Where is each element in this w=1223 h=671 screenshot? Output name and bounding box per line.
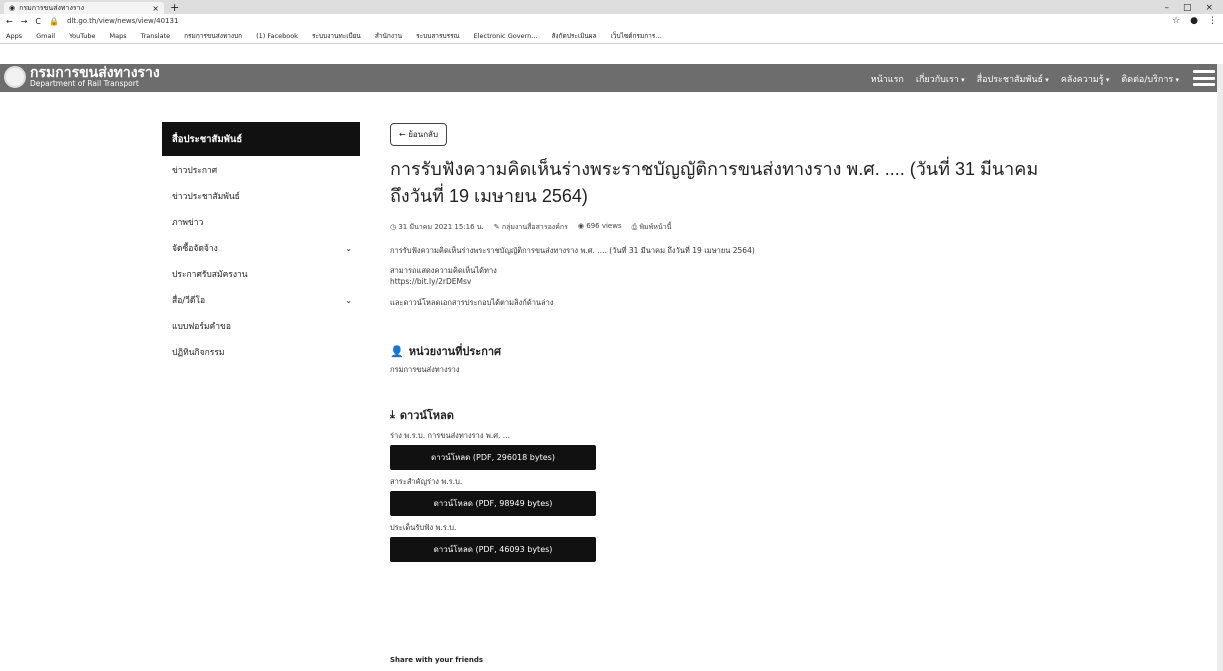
- download-icon: ⤓: [390, 408, 395, 421]
- back-button[interactable]: ← ย้อนกลับ: [390, 123, 448, 146]
- sidebar-item[interactable]: จัดซื้อจัดจ้าง ⌄: [162, 236, 360, 260]
- sidebar-item[interactable]: ปฏิทินกิจกรรม: [162, 340, 360, 364]
- sidebar-item[interactable]: ภาพข่าว: [162, 210, 360, 234]
- back-icon[interactable]: ←: [6, 17, 13, 26]
- emblem-icon: [4, 66, 26, 88]
- profile-icon[interactable]: ●: [1190, 16, 1198, 26]
- sidebar-item[interactable]: สื่อ/วีดีโอ ⌄: [162, 288, 360, 312]
- file-label: ร่าง พ.ร.บ. การขนส่งทางราง พ.ศ. ...: [390, 431, 510, 440]
- new-tab-icon[interactable]: +: [170, 1, 179, 14]
- site-logo[interactable]: กรมการขนส่งทางราง Department of Rail Tra…: [4, 64, 160, 88]
- sidebar-item[interactable]: ข่าวประชาสัมพันธ์: [162, 184, 360, 208]
- bookmark-item[interactable]: เว็บไซต์กรมการ...: [611, 31, 662, 41]
- bookmark-item[interactable]: Translate: [141, 32, 171, 40]
- address-bar: ← → C 🔒 dlt.go.th/view/news/view/40131 ☆…: [0, 14, 1223, 28]
- bookmark-item[interactable]: สังกัดประเมินผล: [551, 31, 596, 41]
- lock-icon: 🔒: [49, 16, 59, 26]
- user-icon: 👤: [390, 344, 404, 358]
- bookmark-item[interactable]: สำนักงาน: [375, 31, 402, 41]
- nav-item[interactable]: หน้าแรก: [871, 72, 904, 86]
- nav-item[interactable]: คลังความรู้: [1061, 72, 1110, 86]
- download-button[interactable]: ดาวน์โหลด (PDF, 296018 bytes): [390, 445, 596, 470]
- url-field[interactable]: dlt.go.th/view/news/view/40131: [67, 17, 178, 25]
- bookmark-item[interactable]: Maps: [110, 32, 127, 40]
- agency-name: กรมการขนส่งทางราง: [390, 365, 460, 374]
- post-author: ✎ กลุ่มงานสื่อสารองค์กร: [493, 223, 568, 231]
- sidebar-item-label: ประกาศรับสมัครงาน: [172, 270, 248, 280]
- sidebar-item-label: ภาพข่าว: [172, 218, 204, 228]
- bookmarks-bar: Apps Gmail YouTube Maps Translate กรมการขนส่ง…: [0, 28, 1223, 44]
- maximize-icon[interactable]: □: [1183, 3, 1192, 13]
- sidebar-item[interactable]: แบบฟอร์มคำขอ: [162, 314, 360, 338]
- summary-text: การรับฟังความคิดเห็นร่างพระราชบัญญัติการ…: [390, 246, 755, 255]
- nav-item[interactable]: เกี่ยวกับเรา: [916, 72, 965, 86]
- nav-item[interactable]: ติดต่อ/บริการ: [1121, 72, 1179, 86]
- share-heading: Share with your friends: [390, 656, 484, 664]
- minimize-icon[interactable]: –: [1164, 3, 1169, 13]
- bookmark-item[interactable]: กรมการขนส่งทางบก: [184, 31, 242, 41]
- sidebar-item-label: จัดซื้อจัดจ้าง: [172, 244, 218, 254]
- sidebar-item-label: ข่าวประชาสัมพันธ์: [172, 192, 240, 202]
- bookmark-item[interactable]: ระบบงานทะเบียน: [312, 31, 361, 41]
- sidebar-heading: สื่อประชาสัมพันธ์: [162, 122, 360, 156]
- sidebar-item[interactable]: ประกาศรับสมัครงาน: [162, 262, 360, 286]
- bookmark-item[interactable]: (1) Facebook: [256, 32, 298, 40]
- sidebar-item-label: แบบฟอร์มคำขอ: [172, 322, 231, 332]
- top-navigation: หน้าแรก เกี่ยวกับเรา สื่อประชาสัมพันธ์ คลัง…: [871, 72, 1179, 86]
- comment-block: สามารถแสดงความคิดเห็นได้ทาง https://bit.…: [390, 265, 1150, 287]
- nav-item[interactable]: สื่อประชาสัมพันธ์: [977, 72, 1049, 86]
- sidebar-item[interactable]: ข่าวประกาศ: [162, 158, 360, 182]
- download-button[interactable]: ดาวน์โหลด (PDF, 98949 bytes): [390, 491, 596, 516]
- logo-title-th: กรมการขนส่งทางราง: [30, 64, 160, 80]
- post-date: ◷ 31 มีนาคม 2021 15:16 น.: [390, 223, 484, 231]
- reload-icon[interactable]: C: [35, 17, 41, 26]
- sidebar-item-label: ข่าวประกาศ: [172, 166, 218, 176]
- download-button[interactable]: ดาวน์โหลด (PDF, 46093 bytes): [390, 537, 596, 562]
- comment-link[interactable]: https://bit.ly/2rDEMsv: [390, 276, 1150, 287]
- browser-tab[interactable]: ◉ กรมการขนส่งทางราง ×: [4, 2, 164, 14]
- post-views: ◉ 696 views: [577, 222, 622, 230]
- comment-text: สามารถแสดงความคิดเห็นได้ทาง: [390, 266, 497, 275]
- bookmark-item[interactable]: Gmail: [36, 32, 55, 40]
- file-label: ประเด็นรับฟัง พ.ร.บ.: [390, 523, 457, 532]
- tab-title: กรมการขนส่งทางราง: [19, 3, 84, 12]
- hamburger-menu-icon[interactable]: [1193, 70, 1215, 86]
- agency-section-heading: 👤 หน่วยงานที่ประกาศ: [390, 344, 502, 359]
- close-tab-icon[interactable]: ×: [152, 4, 159, 13]
- menu-dots-icon[interactable]: ⋮: [1208, 16, 1217, 26]
- bookmark-item[interactable]: ระบบสารบรรณ: [416, 31, 459, 41]
- chevron-down-icon: ⌄: [345, 243, 352, 253]
- browser-tab-bar: ◉ กรมการขนส่งทางราง × + – □ ×: [0, 0, 1223, 14]
- forward-icon[interactable]: →: [21, 17, 28, 26]
- tab-favicon-icon: ◉: [9, 4, 16, 12]
- star-icon[interactable]: ☆: [1172, 16, 1180, 26]
- sidebar-item-label: สื่อ/วีดีโอ: [172, 296, 206, 306]
- close-window-icon[interactable]: ×: [1205, 3, 1213, 13]
- bookmark-item[interactable]: Electronic Govern...: [474, 32, 538, 40]
- sidebar-list: ข่าวประกาศข่าวประชาสัมพันธ์ภาพข่าวจัดซื้…: [162, 158, 360, 364]
- download-section-heading: ⤓ ดาวน์โหลด: [390, 408, 454, 422]
- sidebar: สื่อประชาสัมพันธ์ ข่าวประกาศข่าวประชาสัม…: [162, 122, 360, 364]
- window-controls: – □ ×: [1164, 3, 1223, 14]
- file-list: ร่าง พ.ร.บ. การขนส่งทางราง พ.ศ. ... ดาวน์…: [390, 430, 1150, 562]
- print-link[interactable]: ⎙ พิมพ์หน้านี้: [632, 222, 672, 233]
- post-meta: ◷ 31 มีนาคม 2021 15:16 น. ✎ กลุ่มงานสื่อ…: [390, 222, 1150, 233]
- chevron-down-icon: ⌄: [345, 295, 352, 305]
- sidebar-item-label: ปฏิทินกิจกรรม: [172, 348, 225, 358]
- scrollbar[interactable]: [1217, 64, 1223, 671]
- bookmark-item[interactable]: Apps: [6, 32, 22, 40]
- logo-title-en: Department of Rail Transport: [30, 79, 139, 88]
- main-content: ← ย้อนกลับ การรับฟังความคิดเห็นร่างพระรา…: [390, 122, 1150, 562]
- file-label: สาระสำคัญร่าง พ.ร.บ.: [390, 477, 463, 486]
- page-title: การรับฟังความคิดเห็นร่างพระราชบัญญัติการ…: [390, 159, 1039, 206]
- bookmark-item[interactable]: YouTube: [69, 32, 95, 40]
- download-note: และดาวน์โหลดเอกสารประกอบได้ตามลิงก์ด้านล…: [390, 298, 554, 307]
- site-header: กรมการขนส่งทางราง Department of Rail Tra…: [0, 64, 1223, 92]
